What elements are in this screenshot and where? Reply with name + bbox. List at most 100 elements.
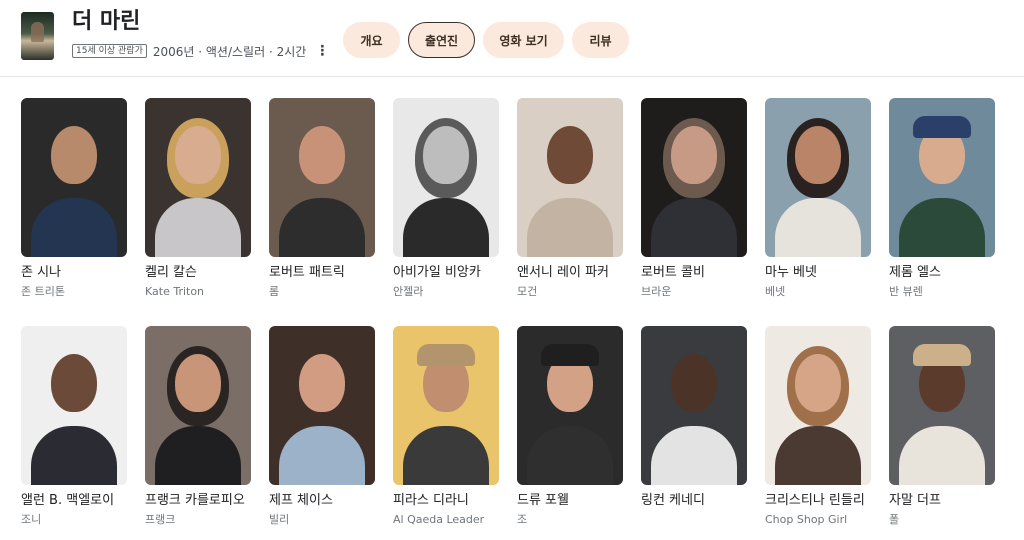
cast-name[interactable]: 제롬 엘스 (889, 264, 995, 282)
more-options-icon[interactable]: ⋮ (315, 44, 329, 58)
cast-name[interactable]: 드류 포웰 (517, 492, 623, 510)
body-shape (651, 426, 737, 485)
tab-watch[interactable]: 영화 보기 (483, 22, 564, 58)
cast-name[interactable]: 크리스티나 린들리 (765, 492, 871, 510)
cast-role: 반 뷰렌 (889, 285, 923, 298)
cast-photo[interactable] (145, 98, 251, 257)
tab-bar: 개요 출연진 영화 보기 리뷰 (343, 22, 629, 58)
cast-photo[interactable] (393, 326, 499, 485)
cast-photo[interactable] (765, 98, 871, 257)
cast-name[interactable]: 링컨 케네디 (641, 492, 747, 510)
cast-name[interactable]: 제프 체이스 (269, 492, 375, 510)
body-shape (775, 198, 861, 257)
cast-card[interactable]: 링컨 케네디 (641, 326, 747, 513)
age-rating-badge: 15세 이상 관람가 (72, 44, 147, 58)
cast-card[interactable]: 자말 더프폴 (889, 326, 995, 527)
cast-photo[interactable] (21, 98, 127, 257)
face-shape (299, 126, 345, 184)
cast-photo[interactable] (145, 326, 251, 485)
cast-photo[interactable] (517, 98, 623, 257)
cast-card[interactable]: 피라스 디라니 Al Qaeda Leader (393, 326, 499, 527)
cast-name[interactable]: 앨런 B. 맥엘로이 (21, 492, 127, 510)
page-title: 더 마린 (72, 9, 141, 34)
cast-photo[interactable] (641, 98, 747, 257)
tab-overview[interactable]: 개요 (343, 22, 400, 58)
body-shape (403, 426, 489, 485)
cast-role: 모건 (517, 285, 538, 298)
cast-photo[interactable] (889, 326, 995, 485)
body-shape (155, 426, 241, 485)
cast-photo[interactable] (393, 98, 499, 257)
tab-label: 개요 (360, 33, 383, 48)
cast-card[interactable]: 앨런 B. 맥엘로이조니 (21, 326, 127, 527)
cast-card[interactable]: 아비가일 비앙카안젤라 (393, 98, 499, 299)
movie-meta: 15세 이상 관람가 2006년 · 액션/스릴러 · 2시간 ⋮ (72, 42, 329, 60)
cast-role: Al Qaeda Leader (393, 513, 485, 526)
body-shape (775, 426, 861, 485)
cast-name[interactable]: 마누 베넷 (765, 264, 871, 282)
face-shape (175, 354, 221, 412)
face-shape (175, 126, 221, 184)
cast-name[interactable]: 아비가일 비앙카 (393, 264, 499, 282)
cast-photo[interactable] (269, 98, 375, 257)
face-shape (423, 126, 469, 184)
cast-role: 조니 (21, 513, 42, 526)
tab-cast[interactable]: 출연진 (408, 22, 475, 58)
cast-card[interactable]: 프랭크 카를로피오프랭크 (145, 326, 251, 527)
tab-reviews[interactable]: 리뷰 (572, 22, 629, 58)
movie-poster-thumbnail[interactable] (21, 12, 54, 60)
body-shape (651, 198, 737, 257)
cast-name[interactable]: 존 시나 (21, 264, 127, 282)
cast-role: 브라운 (641, 285, 672, 298)
cast-photo[interactable] (21, 326, 127, 485)
cast-name[interactable]: 프랭크 카를로피오 (145, 492, 251, 510)
cast-card[interactable]: 제프 체이스빌리 (269, 326, 375, 527)
body-shape (279, 426, 365, 485)
cast-role: 안젤라 (393, 285, 424, 298)
face-shape (547, 126, 593, 184)
cast-photo[interactable] (517, 326, 623, 485)
cast-card[interactable]: 앤서니 레이 파커모건 (517, 98, 623, 299)
cast-role: 프랭크 (145, 513, 176, 526)
tab-label: 영화 보기 (499, 33, 548, 48)
body-shape (279, 198, 365, 257)
cast-card[interactable]: 로버트 패트릭 롬 (269, 98, 375, 299)
face-shape (795, 126, 841, 184)
movie-info: 2006년 · 액션/스릴러 · 2시간 (152, 44, 307, 59)
body-shape (899, 426, 985, 485)
cast-photo[interactable] (765, 326, 871, 485)
cast-name[interactable]: 로버트 콜비 (641, 264, 747, 282)
body-shape (31, 426, 117, 485)
face-shape (299, 354, 345, 412)
cast-card[interactable]: 존 시나존 트리톤 (21, 98, 127, 299)
cast-card[interactable]: 크리스티나 린들리 Chop Shop Girl (765, 326, 871, 527)
cast-name[interactable]: 피라스 디라니 (393, 492, 499, 510)
cast-name[interactable]: 자말 더프 (889, 492, 995, 510)
cast-role: 폴 (889, 513, 900, 526)
body-shape (403, 198, 489, 257)
cast-name[interactable]: 로버트 패트릭 (269, 264, 375, 282)
cast-name[interactable]: 켈리 칼슨 (145, 264, 251, 282)
tab-label: 리뷰 (589, 33, 612, 48)
cast-role: 존 트리톤 (21, 285, 65, 298)
body-shape (527, 198, 613, 257)
cast-photo[interactable] (269, 326, 375, 485)
cast-card[interactable]: 켈리 칼슨 Kate Triton (145, 98, 251, 299)
cast-card[interactable]: 로버트 콜비브라운 (641, 98, 747, 299)
cast-photo[interactable] (641, 326, 747, 485)
hat-shape (913, 116, 971, 138)
cast-card[interactable]: 드류 포웰 조 (517, 326, 623, 527)
body-shape (155, 198, 241, 257)
face-shape (51, 354, 97, 412)
body-shape (899, 198, 985, 257)
face-shape (671, 126, 717, 184)
body-shape (527, 426, 613, 485)
face-shape (671, 354, 717, 412)
cast-role: 빌리 (269, 513, 290, 526)
cast-name[interactable]: 앤서니 레이 파커 (517, 264, 623, 282)
cast-photo[interactable] (889, 98, 995, 257)
cast-card[interactable]: 제롬 엘스반 뷰렌 (889, 98, 995, 299)
cast-role: Kate Triton (145, 285, 205, 298)
cast-card[interactable]: 마누 베넷 베넷 (765, 98, 871, 299)
hat-shape (417, 344, 475, 366)
